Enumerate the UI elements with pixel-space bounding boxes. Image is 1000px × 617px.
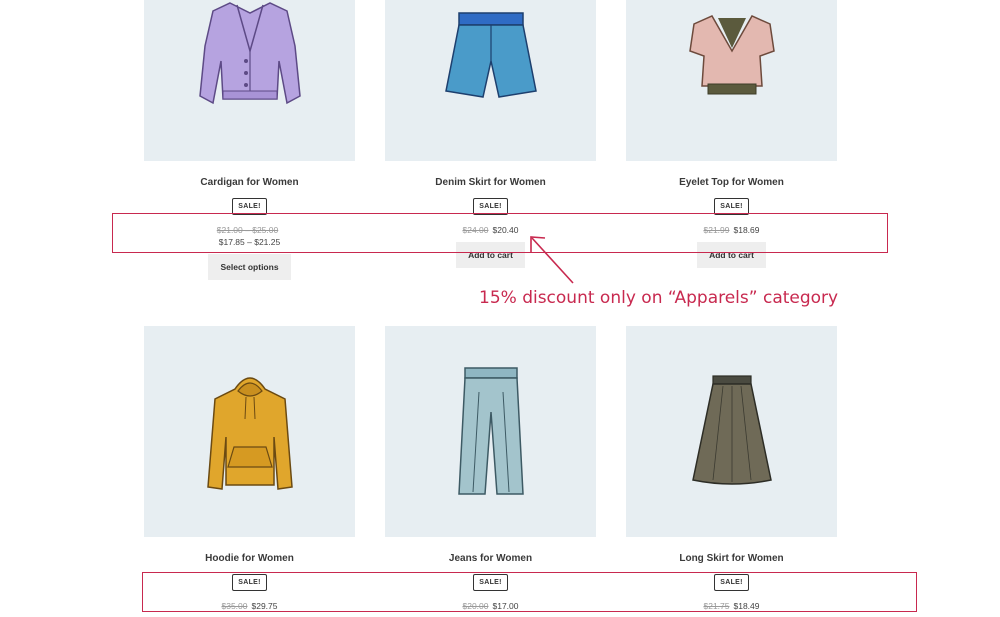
product-image-eyelet-top[interactable] [626,0,837,161]
jeans-icon [457,366,524,495]
eyelet-top-icon [688,14,775,94]
product-image-cardigan[interactable] [144,0,355,161]
product-image-jeans[interactable] [385,326,596,537]
product-title[interactable]: Denim Skirt for Women [385,177,596,189]
price-highlight-row-2 [142,572,917,612]
product-card-long-skirt: Long Skirt for Women SALE! $21.75 $18.49 [626,326,837,612]
discount-annotation: 15% discount only on “Apparels” category [479,288,839,308]
select-options-button[interactable]: Select options [208,254,291,280]
arrow-icon [530,236,574,284]
price-highlight-row-1 [112,213,888,253]
product-title[interactable]: Eyelet Top for Women [626,177,837,189]
product-title[interactable]: Cardigan for Women [144,177,355,189]
cardigan-icon [198,1,301,104]
denim-shorts-icon [444,11,537,98]
product-card-jeans: Jeans for Women SALE! $20.00 $17.00 [385,326,596,612]
product-title[interactable]: Hoodie for Women [144,553,355,565]
product-card-hoodie: Hoodie for Women SALE! $35.00 $29.75 [144,326,355,612]
long-skirt-icon [691,374,772,485]
product-title[interactable]: Long Skirt for Women [626,553,837,565]
product-image-denim-skirt[interactable] [385,0,596,161]
product-title[interactable]: Jeans for Women [385,553,596,565]
product-image-long-skirt[interactable] [626,326,837,537]
product-image-hoodie[interactable] [144,326,355,537]
hoodie-icon [206,376,293,490]
